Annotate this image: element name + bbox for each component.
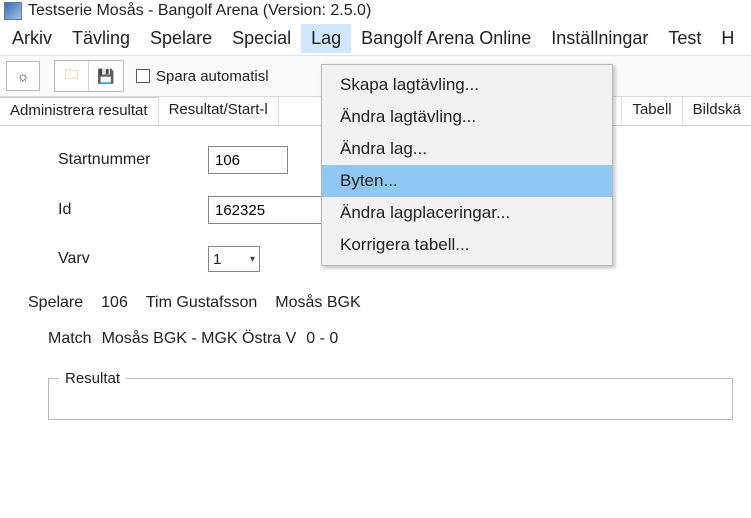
dd-skapa-lagtavling[interactable]: Skapa lagtävling... [322, 69, 612, 101]
result-fieldset: Resultat [48, 378, 733, 420]
dd-korrigera-tabell[interactable]: Korrigera tabell... [322, 229, 612, 261]
tool-open-icon[interactable]: 🗀 [55, 61, 89, 91]
tab-tabell[interactable]: Tabell [621, 97, 681, 125]
startnummer-label: Startnummer [58, 151, 208, 169]
tool-save-icon[interactable]: 💾 [89, 61, 123, 91]
varv-label: Varv [58, 250, 208, 268]
window-title: Testserie Mosås - Bangolf Arena (Version… [28, 2, 371, 20]
varv-value: 1 [213, 251, 221, 268]
menu-installningar[interactable]: Inställningar [541, 24, 658, 53]
menu-special[interactable]: Special [222, 24, 301, 53]
menu-tavling[interactable]: Tävling [62, 24, 140, 53]
dd-andra-lag[interactable]: Ändra lag... [322, 133, 612, 165]
player-number: 106 [101, 294, 128, 312]
dd-andra-lagplaceringar[interactable]: Ändra lagplaceringar... [322, 197, 612, 229]
match-teams: Mosås BGK - MGK Östra V [102, 330, 297, 348]
title-bar: Testserie Mosås - Bangolf Arena (Version… [0, 0, 751, 22]
tab-bildska[interactable]: Bildskä [682, 97, 751, 125]
menu-lag[interactable]: Lag [301, 24, 351, 53]
tab-administrera[interactable]: Administrera resultat [0, 97, 159, 125]
match-score: 0 - 0 [306, 330, 338, 348]
match-label: Match [48, 330, 92, 348]
match-row: Match Mosås BGK - MGK Östra V 0 - 0 [48, 330, 733, 348]
tab-resultat-start[interactable]: Resultat/Start-l [159, 97, 279, 125]
menu-online[interactable]: Bangolf Arena Online [351, 24, 541, 53]
varv-select[interactable]: 1 ▾ [208, 246, 260, 272]
player-club: Mosås BGK [275, 294, 360, 312]
dd-andra-lagtavling[interactable]: Ändra lagtävling... [322, 101, 612, 133]
result-title: Resultat [59, 370, 126, 387]
menu-test[interactable]: Test [658, 24, 711, 53]
dd-byten[interactable]: Byten... [322, 165, 612, 197]
tool-sun-icon[interactable]: ☼ [6, 61, 40, 91]
player-label: Spelare [28, 294, 83, 312]
chevron-down-icon: ▾ [250, 254, 255, 265]
menu-h[interactable]: H [711, 24, 744, 53]
startnummer-input[interactable] [208, 146, 288, 174]
menu-bar: Arkiv Tävling Spelare Special Lag Bangol… [0, 22, 751, 56]
lag-dropdown: Skapa lagtävling... Ändra lagtävling... … [321, 64, 613, 266]
menu-arkiv[interactable]: Arkiv [2, 24, 62, 53]
autosave-checkbox-wrap[interactable]: Spara automatisl [136, 68, 269, 85]
checkbox-icon[interactable] [136, 69, 150, 83]
tool-group: 🗀 💾 [54, 60, 124, 92]
player-name: Tim Gustafsson [146, 294, 257, 312]
player-row: Spelare 106 Tim Gustafsson Mosås BGK [28, 294, 733, 312]
menu-spelare[interactable]: Spelare [140, 24, 222, 53]
autosave-label: Spara automatisl [156, 68, 269, 85]
id-label: Id [58, 201, 208, 219]
app-icon [4, 2, 22, 20]
